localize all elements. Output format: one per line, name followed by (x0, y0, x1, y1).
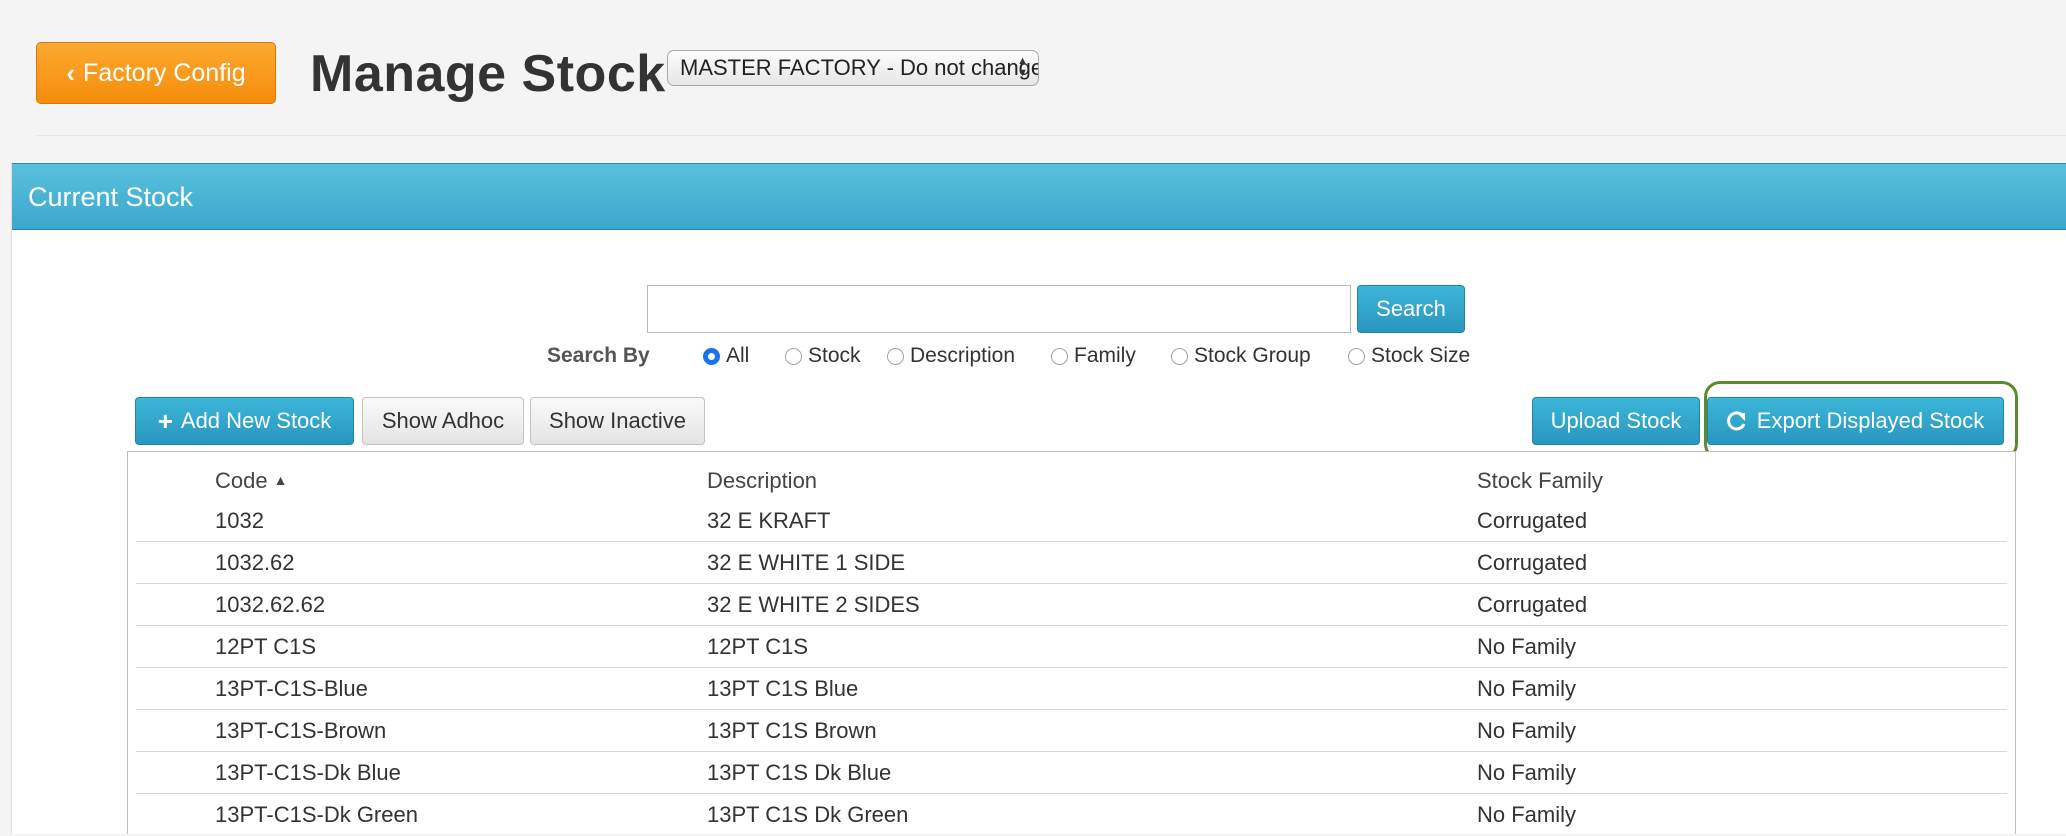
column-header-code[interactable]: Code ▲ (215, 468, 287, 494)
export-label: Export Displayed Stock (1756, 408, 1985, 433)
cell-stock-family: No Family (1477, 760, 1577, 785)
factory-select[interactable]: MASTER FACTORY - Do not change ▲ ▼ (667, 50, 1039, 86)
sort-ascending-icon: ▲ (273, 472, 288, 488)
cell-code: 1032 (215, 508, 264, 533)
cell-stock-family: Corrugated (1477, 592, 1588, 617)
table-row[interactable]: 13PT-C1S-Brown 13PT C1S Brown No Family (136, 710, 2007, 752)
column-header-description[interactable]: Description (707, 468, 817, 494)
cell-description: 12PT C1S (707, 634, 809, 659)
radio-label: Stock (808, 344, 861, 367)
table-row[interactable]: 13PT-C1S-Dk Blue 13PT C1S Dk Blue No Fam… (136, 752, 2007, 794)
radio-label: Family (1074, 344, 1136, 367)
cell-stock-family: Corrugated (1477, 550, 1588, 575)
divider (36, 135, 2066, 136)
radio-stock[interactable]: Stock (785, 344, 861, 368)
panel-header: Current Stock (12, 163, 2066, 230)
radio-dot[interactable] (1348, 347, 1365, 365)
table-row[interactable]: 1032.62.62 32 E WHITE 2 SIDES Corrugated (136, 584, 2007, 626)
search-by-label: Search By (547, 344, 650, 367)
cell-stock-family: No Family (1477, 676, 1577, 701)
export-displayed-stock-button[interactable]: Export Displayed Stock (1707, 397, 2004, 445)
cell-code: 13PT-C1S-Blue (215, 676, 368, 701)
cell-code: 1032.62.62 (215, 592, 326, 617)
show-adhoc-button[interactable]: Show Adhoc (362, 397, 524, 445)
show-inactive-button[interactable]: Show Inactive (530, 397, 705, 445)
radio-all[interactable]: All (703, 344, 749, 368)
table-row[interactable]: 13PT-C1S-Blue 13PT C1S Blue No Family (136, 668, 2007, 710)
cell-description: 13PT C1S Brown (707, 718, 877, 743)
table-row[interactable]: 1032 32 E KRAFT Corrugated (136, 500, 2007, 542)
factory-select-value: MASTER FACTORY - Do not change (680, 55, 1039, 80)
factory-config-label: Factory Config (83, 58, 246, 87)
search-button[interactable]: Search (1357, 285, 1465, 333)
add-new-stock-label: Add New Stock (180, 408, 332, 433)
add-new-stock-button[interactable]: + Add New Stock (135, 397, 354, 445)
select-arrows-icon: ▲ ▼ (1017, 55, 1028, 79)
upload-stock-button[interactable]: Upload Stock (1532, 397, 1700, 445)
cell-code: 13PT-C1S-Brown (215, 718, 387, 743)
table-row[interactable]: 12PT C1S 12PT C1S No Family (136, 626, 2007, 668)
table-row[interactable]: 13PT-C1S-Dk Green 13PT C1S Dk Green No F… (136, 794, 2007, 836)
radio-dot[interactable] (1051, 347, 1068, 365)
cell-stock-family: No Family (1477, 718, 1577, 743)
cell-description: 13PT C1S Dk Blue (707, 760, 892, 785)
cell-code: 13PT-C1S-Dk Green (215, 802, 418, 827)
radio-stock-size[interactable]: Stock Size (1348, 344, 1470, 368)
cell-code: 12PT C1S (215, 634, 317, 659)
cell-description: 13PT C1S Blue (707, 676, 859, 701)
plus-icon: + (157, 406, 173, 436)
table-row[interactable]: 1032.62 32 E WHITE 1 SIDE Corrugated (136, 542, 2007, 584)
cell-code: 1032.62 (215, 550, 295, 575)
radio-dot[interactable] (887, 347, 904, 365)
cell-stock-family: Corrugated (1477, 508, 1588, 533)
cell-stock-family: No Family (1477, 634, 1577, 659)
search-input[interactable] (647, 285, 1351, 333)
radio-dot-selected[interactable] (703, 347, 720, 365)
radio-dot[interactable] (785, 347, 802, 365)
top-bar: ‹ Factory Config Manage Stock MASTER FAC… (0, 0, 2066, 150)
cell-code: 13PT-C1S-Dk Blue (215, 760, 401, 785)
radio-label: Stock Group (1194, 344, 1311, 367)
column-header-stock-family[interactable]: Stock Family (1477, 468, 1603, 494)
radio-label: Description (910, 344, 1016, 367)
cell-description: 13PT C1S Dk Green (707, 802, 909, 827)
cell-description: 32 E KRAFT (707, 508, 831, 533)
radio-family[interactable]: Family (1051, 344, 1136, 368)
radio-dot[interactable] (1171, 347, 1188, 365)
factory-config-button[interactable]: ‹ Factory Config (36, 42, 276, 104)
column-header-label: Code (215, 468, 268, 493)
radio-label: All (726, 344, 750, 367)
cell-stock-family: No Family (1477, 802, 1577, 827)
cell-description: 32 E WHITE 1 SIDE (707, 550, 906, 575)
export-icon (1726, 411, 1746, 431)
radio-description[interactable]: Description (887, 344, 1015, 368)
radio-stock-group[interactable]: Stock Group (1171, 344, 1311, 368)
chevron-left-icon: ‹ (66, 58, 76, 88)
radio-label: Stock Size (1371, 344, 1471, 367)
page-title: Manage Stock (310, 45, 666, 103)
cell-description: 32 E WHITE 2 SIDES (707, 592, 920, 617)
